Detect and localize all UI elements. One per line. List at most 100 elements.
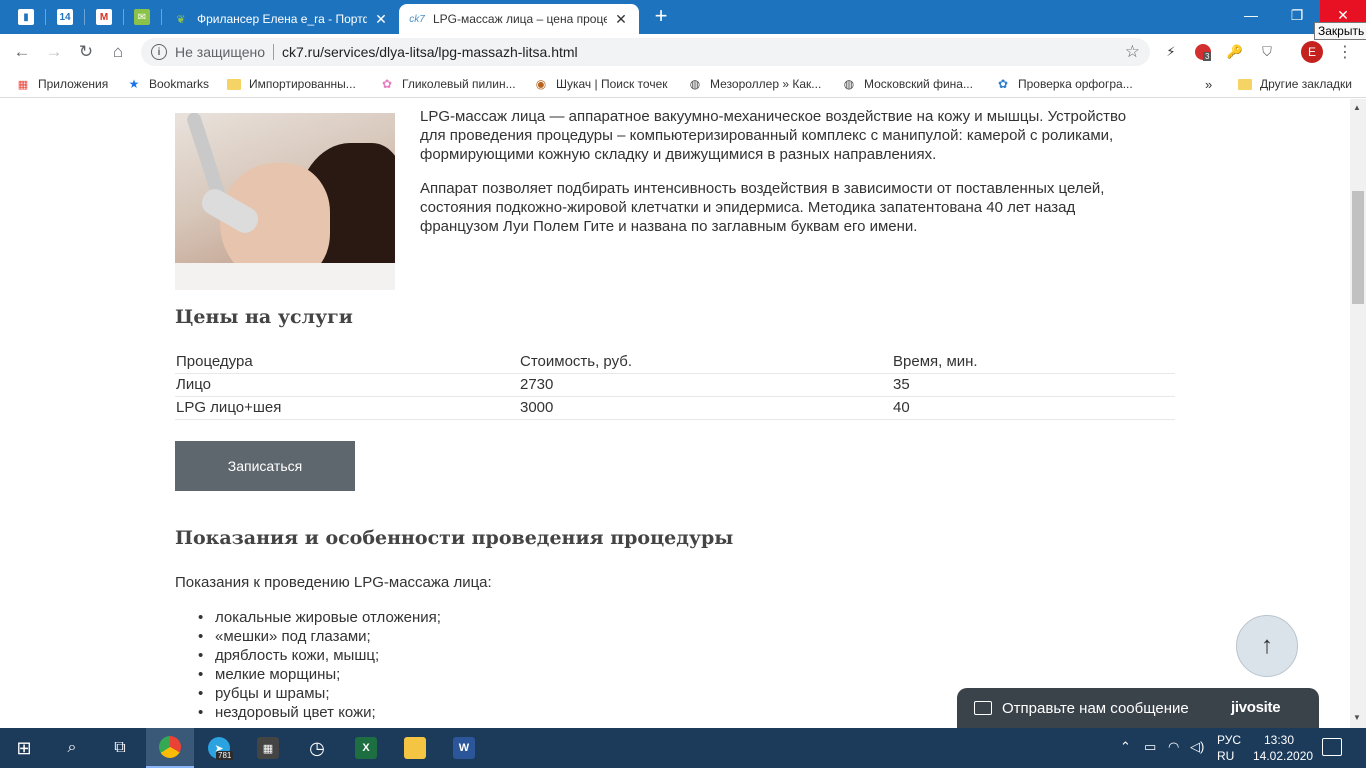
bookmarks-overflow-button[interactable]: »: [1205, 75, 1212, 93]
pinned-tab-gmail[interactable]: M: [86, 4, 122, 30]
flower-icon: ✿: [997, 77, 1009, 91]
bookmark-label: Мезороллер » Как...: [710, 77, 822, 91]
folder-icon: [1238, 77, 1252, 91]
language-indicator[interactable]: РУС RU: [1217, 732, 1241, 764]
profile-avatar[interactable]: E: [1301, 41, 1323, 63]
scroll-to-top-button[interactable]: ↑: [1236, 615, 1298, 677]
clock-date: 14.02.2020: [1253, 749, 1314, 763]
home-button[interactable]: ⌂: [106, 40, 130, 64]
bookmark-moscow[interactable]: ◍ Московский фина...: [842, 75, 973, 93]
jivosite-logo: jivosite: [1231, 699, 1281, 716]
arrow-up-icon: ↑: [1261, 632, 1273, 659]
excel-icon: X: [355, 737, 377, 759]
site-favicon-icon: ck7: [409, 13, 425, 25]
info-icon[interactable]: i: [151, 44, 167, 60]
bookmark-bookmarks[interactable]: ★ Bookmarks: [127, 75, 209, 93]
pinned-tab-mail[interactable]: ✉: [124, 4, 160, 30]
chevron-up-icon[interactable]: ⌃: [1120, 739, 1131, 755]
column-header: Процедура: [175, 350, 519, 374]
table-cell: LPG лицо+шея: [175, 396, 519, 420]
taskbar-calculator[interactable]: ▦: [244, 728, 292, 768]
page-viewport: LPG-массаж лица — аппаратное вакуумно-ме…: [0, 99, 1350, 728]
envelope-icon: ✉: [134, 9, 150, 25]
gmail-icon: M: [96, 9, 112, 25]
system-clock[interactable]: 13:30 14.02.2020: [1253, 732, 1314, 764]
doc-icon: ▮: [18, 9, 34, 25]
extension-badge: 3: [1203, 52, 1212, 61]
taskbar-telegram[interactable]: ➤: [195, 728, 243, 768]
bookmark-label: Bookmarks: [149, 77, 210, 91]
bookmark-mezoroller[interactable]: ◍ Мезороллер » Как...: [688, 75, 822, 93]
tab-title: LPG-массаж лица – цена проце: [433, 12, 607, 26]
list-item: мелкие морщины;: [198, 665, 441, 684]
taskbar-chrome[interactable]: [146, 728, 194, 768]
notifications-icon[interactable]: [1322, 738, 1342, 756]
tab-active[interactable]: ck7 LPG-массаж лица – цена проце ✕: [399, 4, 639, 34]
wifi-icon[interactable]: ◠: [1168, 739, 1179, 755]
bookmark-label: Импортированны...: [249, 77, 356, 91]
calendar-icon: 14: [57, 9, 73, 25]
lang-bottom: RU: [1217, 749, 1235, 763]
tab-strip: ▮ 14 M ✉ ❦ Фрилансер Елена e_ra - Портфо…: [0, 0, 1366, 34]
taskbar-excel[interactable]: X: [342, 728, 390, 768]
intro-paragraph: Аппарат позволяет подбирать интенсивност…: [420, 180, 1105, 235]
folder-icon: [227, 77, 241, 91]
tab-freelancer[interactable]: ❦ Фрилансер Елена e_ra - Портфо ✕: [163, 4, 399, 34]
battery-icon[interactable]: ▭: [1144, 739, 1156, 755]
star-icon: ★: [128, 77, 140, 91]
bookmark-apps[interactable]: ▦ Приложения: [16, 75, 108, 93]
scroll-down-arrow-icon[interactable]: ▼: [1353, 713, 1361, 722]
task-view-button[interactable]: ⧉: [96, 728, 144, 768]
list-item: рубцы и шрамы;: [198, 684, 441, 703]
close-tab-icon[interactable]: ✕: [373, 11, 389, 27]
scrollbar-thumb[interactable]: [1352, 191, 1364, 304]
pinned-tab-calendar[interactable]: 14: [47, 4, 83, 30]
volume-icon[interactable]: ◁): [1190, 739, 1204, 755]
bookmark-imported[interactable]: Импортированны...: [227, 75, 356, 93]
list-item: нездоровый цвет кожи;: [198, 703, 441, 722]
bookmark-glycolic[interactable]: ✿ Гликолевый пилин...: [380, 75, 516, 93]
chat-widget[interactable]: Отправьте нам сообщение jivosite: [957, 688, 1319, 728]
security-label: Не защищено: [175, 44, 265, 60]
price-table: Процедура Стоимость, руб. Время, мин. Ли…: [175, 350, 1175, 420]
table-cell: Лицо: [175, 373, 519, 397]
bookmark-label: Московский фина...: [864, 77, 973, 91]
new-tab-button[interactable]: +: [650, 5, 672, 28]
address-bar[interactable]: i Не защищено ck7.ru/services/dlya-litsa…: [141, 38, 1150, 66]
bookmark-label: Приложения: [38, 77, 109, 91]
bookmark-shukach[interactable]: ◉ Шукач | Поиск точек: [534, 75, 668, 93]
minimize-button[interactable]: —: [1228, 0, 1274, 30]
start-button[interactable]: ⊞: [0, 728, 48, 768]
shield-extension-icon[interactable]: ⛉: [1257, 42, 1277, 62]
bookmark-spellcheck[interactable]: ✿ Проверка орфогра...: [996, 75, 1133, 93]
windows-taskbar: ⊞ ⌕ ⧉ ➤ ▦ ◷ X W ⌃ ▭ ◠ ◁) РУС RU 13:30 14…: [0, 728, 1366, 768]
key-extension-icon[interactable]: 🔑: [1225, 42, 1245, 62]
lightning-extension-icon[interactable]: ⚡: [1161, 42, 1181, 62]
page-scrollbar[interactable]: ▲ ▼: [1350, 99, 1366, 728]
table-row: Лицо 2730 35: [175, 373, 1175, 397]
search-button[interactable]: ⌕: [48, 728, 96, 768]
back-button[interactable]: ←: [10, 40, 34, 64]
book-appointment-button[interactable]: Записаться: [175, 441, 355, 491]
taskbar-word[interactable]: W: [440, 728, 488, 768]
adblock-extension-icon[interactable]: 3: [1193, 42, 1213, 62]
search-icon: ⌕: [67, 739, 77, 756]
forward-button[interactable]: →: [42, 40, 66, 64]
url-text[interactable]: ck7.ru/services/dlya-litsa/lpg-massazh-l…: [282, 44, 578, 60]
pinned-tab-1[interactable]: ▮: [8, 4, 44, 30]
calculator-icon: ▦: [257, 737, 279, 759]
site-icon: ◉: [535, 77, 547, 91]
menu-icon[interactable]: ⋮: [1337, 41, 1353, 63]
browser-toolbar: ← → ↻ ⌂ i Не защищено ck7.ru/services/dl…: [0, 34, 1366, 70]
prices-heading: Цены на услуги: [175, 306, 353, 328]
bookmark-other[interactable]: Другие закладки: [1238, 75, 1352, 93]
taskbar-explorer[interactable]: [391, 728, 439, 768]
flower-icon: ✿: [381, 77, 393, 91]
reload-button[interactable]: ↻: [74, 40, 98, 64]
chat-label: Отправьте нам сообщение: [1002, 699, 1189, 717]
divider: [273, 44, 274, 60]
bookmark-star-icon[interactable]: ☆: [1125, 42, 1140, 62]
taskbar-alarms[interactable]: ◷: [293, 728, 341, 768]
scroll-up-arrow-icon[interactable]: ▲: [1353, 103, 1361, 112]
close-tab-icon[interactable]: ✕: [613, 11, 629, 27]
